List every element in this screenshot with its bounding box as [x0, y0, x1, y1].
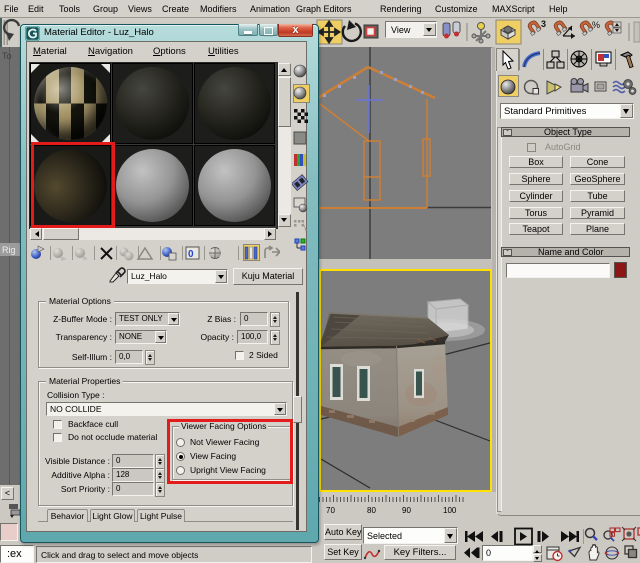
svg-text:0: 0 — [188, 249, 194, 260]
